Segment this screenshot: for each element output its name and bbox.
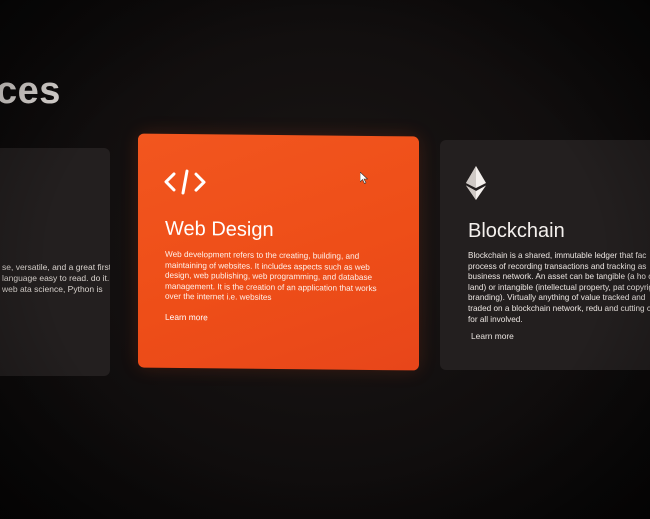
service-card-web-design[interactable]: Web Design Web development refers to the… — [138, 133, 419, 371]
services-screen: ces se, versatile, and a great first lan… — [0, 0, 650, 519]
code-icon — [164, 169, 206, 195]
learn-more-link[interactable]: Learn more — [471, 331, 514, 341]
card-title: Blockchain — [468, 220, 565, 242]
ethereum-icon — [466, 166, 486, 200]
service-card-left[interactable]: se, versatile, and a great first languag… — [0, 148, 110, 376]
service-card-blockchain[interactable]: Blockchain Blockchain is a shared, immut… — [440, 140, 650, 370]
card-description: se, versatile, and a great first languag… — [2, 262, 110, 294]
learn-more-link[interactable]: Learn more — [165, 312, 208, 322]
card-description: Blockchain is a shared, immutable ledger… — [468, 251, 650, 324]
card-description: Web development refers to the creating, … — [165, 249, 377, 303]
mouse-cursor-icon — [360, 172, 368, 184]
card-title: Web Design — [165, 217, 274, 241]
section-title: ces — [0, 70, 61, 112]
